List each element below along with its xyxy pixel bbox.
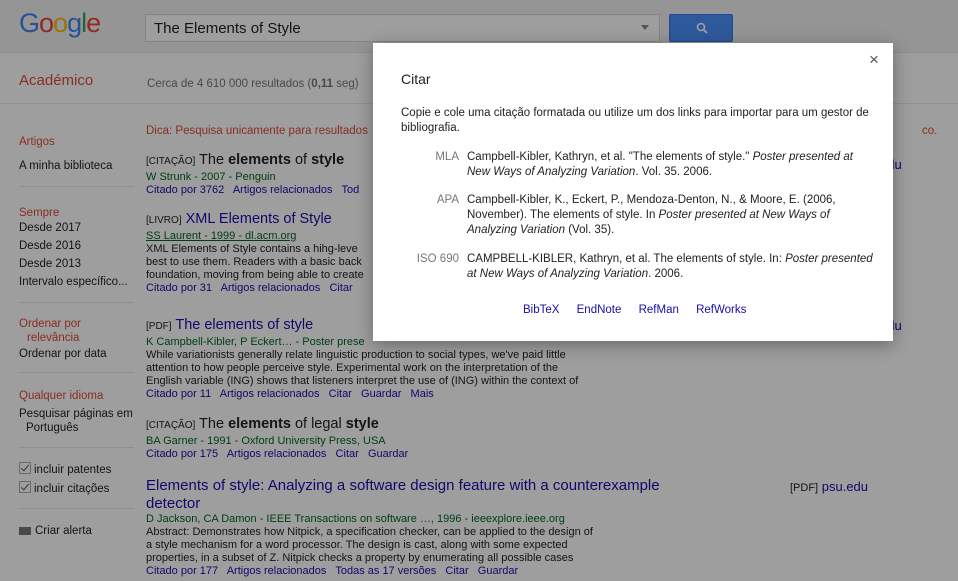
citation-style-label: MLA (435, 151, 459, 163)
export-refman[interactable]: RefMan (639, 304, 679, 316)
citation-text-part: . Vol. 35. 2006. (635, 166, 713, 178)
citation-text-part: Campbell-Kibler, Kathryn, et al. "The el… (467, 151, 753, 163)
citation-text-part: CAMPBELL-KIBLER, Kathryn, et al. The ele… (467, 253, 786, 265)
export-links: BibTeX EndNote RefMan RefWorks (523, 304, 760, 316)
dialog-description: Copie e cole uma citação formatada ou ut… (401, 107, 869, 134)
export-refworks[interactable]: RefWorks (696, 304, 746, 316)
export-endnote[interactable]: EndNote (577, 304, 622, 316)
close-icon[interactable]: × (869, 50, 879, 70)
dialog-title: Citar (401, 71, 431, 87)
citation-style-label: ISO 690 (416, 253, 459, 265)
citation-text[interactable]: Campbell-Kibler, K., Eckert, P., Mendoza… (467, 193, 877, 238)
citation-text-part: (Vol. 35). (565, 224, 615, 236)
citation-text[interactable]: Campbell-Kibler, Kathryn, et al. "The el… (467, 150, 877, 180)
citation-text-part: . 2006. (648, 268, 684, 280)
citation-text[interactable]: CAMPBELL-KIBLER, Kathryn, et al. The ele… (467, 252, 877, 282)
citation-style-label: APA (436, 194, 459, 206)
cite-dialog: × Citar Copie e cole uma citação formata… (373, 43, 893, 341)
export-bibtex[interactable]: BibTeX (523, 304, 559, 316)
